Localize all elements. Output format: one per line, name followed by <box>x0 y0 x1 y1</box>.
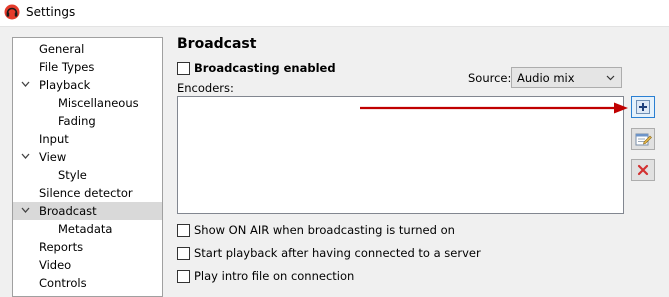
broadcasting-enabled-checkbox[interactable] <box>177 62 190 75</box>
add-encoder-button[interactable] <box>631 96 655 118</box>
tree-item-label: Input <box>39 132 69 146</box>
edit-icon <box>635 133 652 146</box>
tree-item-metadata[interactable]: Metadata <box>13 220 162 238</box>
tree-item-label: Silence detector <box>39 186 133 200</box>
annotation-arrow <box>360 102 628 114</box>
tree-item-label: View <box>39 150 67 164</box>
start-playback-label: Start playback after having connected to… <box>194 246 481 260</box>
tree-item-general[interactable]: General <box>13 40 162 58</box>
tree-item-controls[interactable]: Controls <box>13 274 162 292</box>
show-on-air-label: Show ON AIR when broadcasting is turned … <box>194 223 455 237</box>
delete-encoder-button[interactable] <box>631 159 655 181</box>
start-playback-checkbox[interactable] <box>177 247 190 260</box>
tree-item-playback[interactable]: Playback <box>13 76 162 94</box>
chevron-down-icon[interactable] <box>21 153 30 160</box>
play-intro-label: Play intro file on connection <box>194 269 355 283</box>
tree-item-video[interactable]: Video <box>13 256 162 274</box>
chevron-down-icon[interactable] <box>21 207 30 214</box>
chevron-down-icon[interactable] <box>21 81 30 88</box>
source-select[interactable]: Audio mix <box>511 67 622 88</box>
tree-item-label: Broadcast <box>39 204 97 218</box>
tree-item-input[interactable]: Input <box>13 130 162 148</box>
tree-item-reports[interactable]: Reports <box>13 238 162 256</box>
add-icon <box>636 100 650 114</box>
source-select-value: Audio mix <box>517 71 575 85</box>
encoders-label: Encoders: <box>177 81 234 95</box>
settings-tree[interactable]: General File Types Playback Miscellaneou… <box>12 37 163 297</box>
app-headphones-icon <box>4 4 20 20</box>
broadcasting-enabled-label: Broadcasting enabled <box>194 61 336 75</box>
tree-item-label: Metadata <box>58 222 113 236</box>
tree-item-silence-detector[interactable]: Silence detector <box>13 184 162 202</box>
edit-encoder-button[interactable] <box>631 128 655 150</box>
tree-item-label: Video <box>39 258 72 272</box>
tree-item-broadcast[interactable]: Broadcast <box>13 202 162 220</box>
tree-item-file-types[interactable]: File Types <box>13 58 162 76</box>
delete-icon <box>637 164 649 176</box>
tree-item-label: Reports <box>39 240 84 254</box>
tree-item-label: General <box>39 42 85 56</box>
tree-item-label: Fading <box>58 114 96 128</box>
tree-item-miscellaneous[interactable]: Miscellaneous <box>13 94 162 112</box>
show-on-air-checkbox[interactable] <box>177 224 190 237</box>
window-title: Settings <box>26 5 76 19</box>
tree-item-view[interactable]: View <box>13 148 162 166</box>
tree-item-label: Miscellaneous <box>58 96 139 110</box>
source-label: Source: <box>468 71 512 85</box>
tree-item-label: Controls <box>39 276 87 290</box>
chevron-down-icon <box>606 75 615 81</box>
tree-item-style[interactable]: Style <box>13 166 162 184</box>
title-bar: Settings <box>0 0 669 27</box>
play-intro-checkbox[interactable] <box>177 270 190 283</box>
page-title: Broadcast <box>177 36 257 52</box>
tree-item-label: Style <box>58 168 87 182</box>
tree-item-fading[interactable]: Fading <box>13 112 162 130</box>
tree-item-label: Playback <box>39 78 91 92</box>
tree-item-label: File Types <box>39 60 95 74</box>
